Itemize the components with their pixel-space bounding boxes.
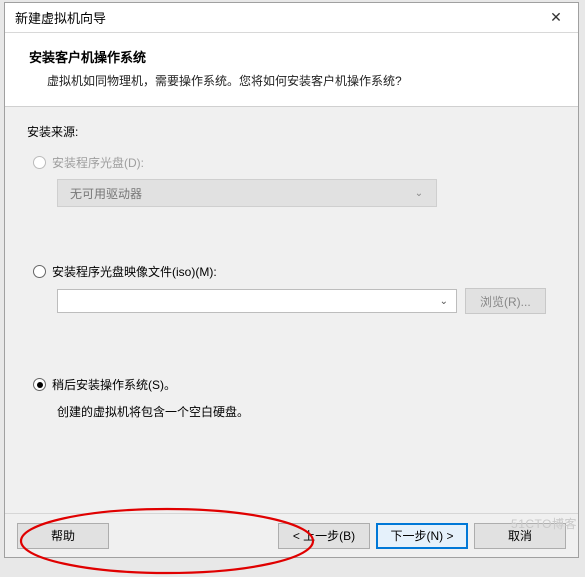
back-button[interactable]: < 上一步(B) [278,523,370,549]
radio-disc-label: 安装程序光盘(D): [52,154,144,171]
window-title: 新建虚拟机向导 [15,8,106,27]
radio-option-iso[interactable]: 安装程序光盘映像文件(iso)(M): [33,263,556,280]
cancel-button[interactable]: 取消 [474,523,566,549]
install-later-section: 稍后安装操作系统(S)。 创建的虚拟机将包含一个空白硬盘。 [33,376,556,420]
radio-option-later[interactable]: 稍后安装操作系统(S)。 [33,376,556,393]
wizard-dialog: 新建虚拟机向导 ✕ 安装客户机操作系统 虚拟机如同物理机，需要操作系统。您将如何… [4,2,579,558]
close-icon: ✕ [550,9,562,26]
radio-iso-label: 安装程序光盘映像文件(iso)(M): [52,263,217,280]
chevron-down-icon: ⌄ [436,296,452,307]
help-button[interactable]: 帮助 [17,523,109,549]
wizard-footer: 帮助 < 上一步(B) 下一步(N) > 取消 [5,513,578,557]
radio-iso[interactable] [33,265,46,278]
dropdown-value: 无可用驱动器 [70,185,142,202]
install-source-label: 安装来源: [27,123,556,140]
next-button[interactable]: 下一步(N) > [376,523,468,549]
radio-option-disc: 安装程序光盘(D): [33,154,556,171]
wizard-content: 安装来源: 安装程序光盘(D): 无可用驱动器 ⌄ 安装程序光盘映像文件(iso… [5,107,578,513]
radio-group: 安装程序光盘(D): 无可用驱动器 ⌄ 安装程序光盘映像文件(iso)(M): … [33,154,556,420]
header-title: 安装客户机操作系统 [29,47,554,66]
radio-later[interactable] [33,378,46,391]
close-button[interactable]: ✕ [534,3,578,33]
browse-button: 浏览(R)... [465,288,546,314]
install-later-note: 创建的虚拟机将包含一个空白硬盘。 [57,403,556,420]
disc-drive-dropdown: 无可用驱动器 ⌄ [57,179,437,207]
iso-path-input[interactable]: ⌄ [57,289,457,313]
iso-path-row: ⌄ 浏览(R)... [57,288,556,314]
radio-later-label: 稍后安装操作系统(S)。 [52,376,176,393]
header-description: 虚拟机如同物理机，需要操作系统。您将如何安装客户机操作系统? [47,72,554,90]
chevron-down-icon: ⌄ [410,188,428,199]
radio-disc [33,156,46,169]
titlebar: 新建虚拟机向导 ✕ [5,3,578,33]
wizard-header: 安装客户机操作系统 虚拟机如同物理机，需要操作系统。您将如何安装客户机操作系统? [5,33,578,107]
